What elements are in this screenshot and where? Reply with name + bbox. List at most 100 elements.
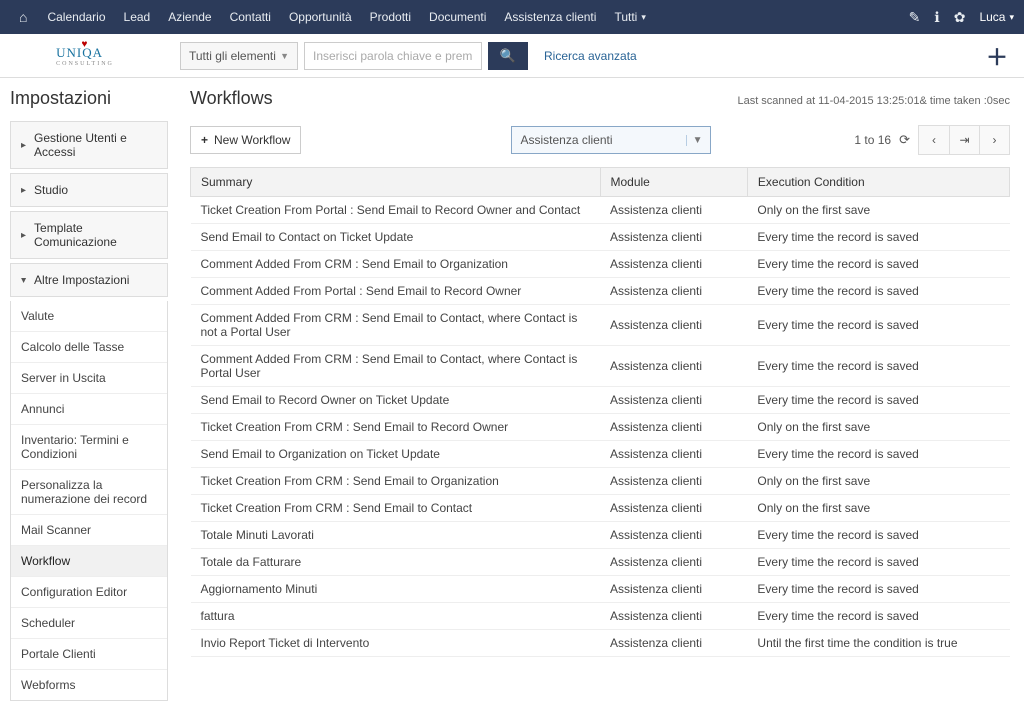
col-condition[interactable]: Execution Condition [747, 168, 1009, 197]
table-row[interactable]: Totale da FatturareAssistenza clientiEve… [191, 549, 1010, 576]
cell-condition: Only on the first save [747, 414, 1009, 441]
nav-item-documenti[interactable]: Documenti [420, 0, 495, 34]
sidebar-section-altre-impostazioni[interactable]: ▸Altre Impostazioni [10, 263, 168, 297]
home-icon[interactable]: ⌂ [10, 0, 36, 34]
cell-condition: Every time the record is saved [747, 441, 1009, 468]
cell-summary: Comment Added From CRM : Send Email to O… [191, 251, 601, 278]
cell-summary: Send Email to Record Owner on Ticket Upd… [191, 387, 601, 414]
logo[interactable]: ♥ UNIQA CONSULTING [10, 45, 160, 67]
sidebar-section-template-comunicazione[interactable]: ▸Template Comunicazione [10, 211, 168, 259]
sidebar-section-gestione-utenti-e-accessi[interactable]: ▸Gestione Utenti e Accessi [10, 121, 168, 169]
gear-icon[interactable]: ✿ [954, 9, 966, 26]
chevron-right-icon: ▸ [21, 185, 26, 196]
pager-range: 1 to 16 [854, 133, 891, 147]
new-workflow-label: New Workflow [214, 133, 290, 147]
cell-module: Assistenza clienti [600, 278, 747, 305]
sidebar-title: Impostazioni [10, 88, 168, 109]
nav-item-aziende[interactable]: Aziende [159, 0, 220, 34]
nav-item-opportunit-[interactable]: Opportunità [280, 0, 361, 34]
cell-condition: Only on the first save [747, 197, 1009, 224]
sidebar-item-server-in-uscita[interactable]: Server in Uscita [11, 362, 167, 393]
sidebar-item-scheduler[interactable]: Scheduler [11, 607, 167, 638]
table-row[interactable]: Invio Report Ticket di InterventoAssiste… [191, 630, 1010, 657]
search-icon: 🔍 [500, 48, 516, 64]
cell-module: Assistenza clienti [600, 251, 747, 278]
sidebar-item-mail-scanner[interactable]: Mail Scanner [11, 514, 167, 545]
nav-item-prodotti[interactable]: Prodotti [361, 0, 420, 34]
pager-buttons: ‹ ⇥ › [918, 125, 1010, 155]
col-module[interactable]: Module [600, 168, 747, 197]
cell-summary: Send Email to Contact on Ticket Update [191, 224, 601, 251]
sidebar-item-personalizza-la-numerazione-dei-record[interactable]: Personalizza la numerazione dei record [11, 469, 167, 514]
search-scope-dropdown[interactable]: Tutti gli elementi ▼ [180, 42, 298, 70]
sidebar-item-webforms[interactable]: Webforms [11, 669, 167, 700]
table-row[interactable]: Ticket Creation From CRM : Send Email to… [191, 468, 1010, 495]
sidebar-item-inventario-termini-e-condizioni[interactable]: Inventario: Termini e Condizioni [11, 424, 167, 469]
table-row[interactable]: Comment Added From CRM : Send Email to C… [191, 305, 1010, 346]
cell-module: Assistenza clienti [600, 305, 747, 346]
pager: 1 to 16 ⟳ ‹ ⇥ › [854, 125, 1010, 155]
search-input[interactable] [304, 42, 482, 70]
edit-icon[interactable]: ✎ [909, 9, 921, 26]
cell-summary: Totale da Fatturare [191, 549, 601, 576]
refresh-icon[interactable]: ⟳ [899, 132, 910, 148]
cell-summary: Totale Minuti Lavorati [191, 522, 601, 549]
table-row[interactable]: Comment Added From Portal : Send Email t… [191, 278, 1010, 305]
cell-condition: Every time the record is saved [747, 576, 1009, 603]
sidebar-item-workflow[interactable]: Workflow [11, 545, 167, 576]
cell-module: Assistenza clienti [600, 387, 747, 414]
table-row[interactable]: Ticket Creation From Portal : Send Email… [191, 197, 1010, 224]
cell-summary: Ticket Creation From CRM : Send Email to… [191, 495, 601, 522]
cell-module: Assistenza clienti [600, 346, 747, 387]
module-filter-dropdown[interactable]: Assistenza clienti ▼ [511, 126, 711, 154]
cell-summary: fattura [191, 603, 601, 630]
sidebar-item-calcolo-delle-tasse[interactable]: Calcolo delle Tasse [11, 331, 167, 362]
search-scope-value: Tutti gli elementi [189, 49, 276, 63]
pager-jump-button[interactable]: ⇥ [949, 126, 979, 154]
table-row[interactable]: Comment Added From CRM : Send Email to C… [191, 346, 1010, 387]
pager-prev-button[interactable]: ‹ [919, 126, 949, 154]
plus-icon: + [201, 133, 208, 147]
table-row[interactable]: Aggiornamento MinutiAssistenza clientiEv… [191, 576, 1010, 603]
table-row[interactable]: Totale Minuti LavoratiAssistenza clienti… [191, 522, 1010, 549]
main-content: Workflows Last scanned at 11-04-2015 13:… [176, 78, 1024, 711]
scan-info: Last scanned at 11-04-2015 13:25:01& tim… [737, 95, 1010, 107]
pager-next-button[interactable]: › [979, 126, 1009, 154]
sidebar-section-label: Template Comunicazione [34, 221, 157, 249]
top-nav-right: ✎ ℹ ✿ Luca ▾ [909, 9, 1014, 26]
nav-item-tutti[interactable]: Tutti▾ [605, 0, 654, 34]
sidebar-section-label: Altre Impostazioni [34, 273, 129, 287]
table-row[interactable]: fatturaAssistenza clientiEvery time the … [191, 603, 1010, 630]
cell-condition: Every time the record is saved [747, 549, 1009, 576]
sidebar-section-studio[interactable]: ▸Studio [10, 173, 168, 207]
cell-summary: Ticket Creation From CRM : Send Email to… [191, 414, 601, 441]
table-row[interactable]: Send Email to Record Owner on Ticket Upd… [191, 387, 1010, 414]
sidebar-item-portale-clienti[interactable]: Portale Clienti [11, 638, 167, 669]
info-icon[interactable]: ℹ [934, 9, 939, 26]
nav-item-contatti[interactable]: Contatti [221, 0, 280, 34]
col-summary[interactable]: Summary [191, 168, 601, 197]
sidebar-item-configuration-editor[interactable]: Configuration Editor [11, 576, 167, 607]
user-menu[interactable]: Luca ▾ [979, 10, 1014, 24]
table-row[interactable]: Ticket Creation From CRM : Send Email to… [191, 414, 1010, 441]
cell-condition: Every time the record is saved [747, 346, 1009, 387]
search-button[interactable]: 🔍 [488, 42, 528, 70]
advanced-search-link[interactable]: Ricerca avanzata [544, 49, 637, 63]
table-row[interactable]: Comment Added From CRM : Send Email to O… [191, 251, 1010, 278]
toolbar-bar: ♥ UNIQA CONSULTING Tutti gli elementi ▼ … [0, 34, 1024, 78]
nav-item-calendario[interactable]: Calendario [38, 0, 114, 34]
table-row[interactable]: Ticket Creation From CRM : Send Email to… [191, 495, 1010, 522]
table-row[interactable]: Send Email to Organization on Ticket Upd… [191, 441, 1010, 468]
chevron-right-icon: ▸ [21, 140, 26, 151]
table-row[interactable]: Send Email to Contact on Ticket UpdateAs… [191, 224, 1010, 251]
sidebar-list: ValuteCalcolo delle TasseServer in Uscit… [10, 301, 168, 701]
nav-item-lead[interactable]: Lead [115, 0, 160, 34]
add-button[interactable]: ＋ [986, 40, 1014, 72]
nav-item-assistenza-clienti[interactable]: Assistenza clienti [495, 0, 605, 34]
cell-summary: Ticket Creation From Portal : Send Email… [191, 197, 601, 224]
sidebar-item-annunci[interactable]: Annunci [11, 393, 167, 424]
module-filter-value: Assistenza clienti [520, 133, 679, 147]
chevron-down-icon: ▼ [280, 51, 289, 61]
new-workflow-button[interactable]: + New Workflow [190, 126, 301, 154]
sidebar-item-valute[interactable]: Valute [11, 301, 167, 331]
